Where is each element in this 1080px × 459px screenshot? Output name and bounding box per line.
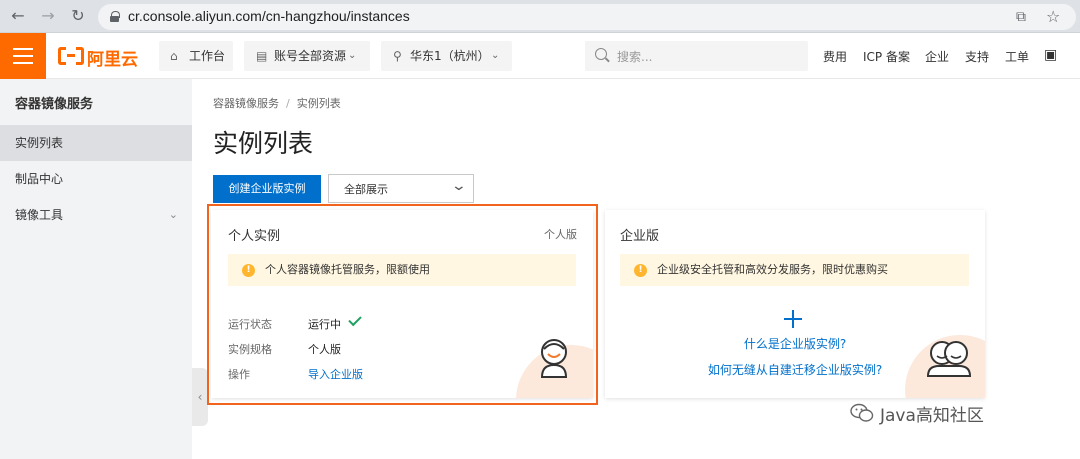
breadcrumb-item-service[interactable]: 容器镜像服务 (213, 97, 279, 110)
console-topbar: 阿里云 ⌂ 工作台 ▤ 账号全部资源 ⌄ ⚲ 华东1（杭州） ⌄ 搜索... 费… (0, 33, 1080, 79)
notice-banner: ! 企业级安全托管和高效分发服务，限时优惠购买 (620, 254, 969, 286)
account-resources-label: 账号全部资源 (274, 49, 347, 63)
enterprise-instance-card[interactable]: 企业版 ! 企业级安全托管和高效分发服务，限时优惠购买 什么是企业版实例? 如何… (605, 210, 985, 398)
nav-link-enterprise[interactable]: 企业 (925, 48, 949, 65)
nav-link-icp[interactable]: ICP 备案 (863, 48, 910, 65)
star-icon[interactable]: ☆ (1046, 7, 1060, 26)
lock-icon (110, 11, 120, 22)
search-input[interactable]: 搜索... (585, 41, 808, 71)
menu-icon[interactable] (0, 33, 46, 79)
chevron-down-icon: ⌄ (168, 208, 178, 221)
instance-filter-select[interactable]: 全部展示 ⌄ (328, 174, 474, 203)
sidebar-item-label: 制品中心 (15, 172, 64, 186)
plus-icon[interactable] (784, 310, 802, 328)
sidebar-item-instances[interactable]: 实例列表 (0, 125, 192, 161)
watermark-text: Java高知社区 (880, 406, 984, 426)
chevron-down-icon: ⌄ (491, 50, 500, 61)
highlight-annotation (207, 204, 598, 405)
workbench-label: 工作台 (189, 49, 226, 63)
sidebar-item-artifacts[interactable]: 制品中心 (0, 161, 192, 197)
search-icon (595, 48, 607, 60)
filter-select-value: 全部展示 (344, 183, 388, 196)
page-title: 实例列表 (213, 129, 314, 158)
region-dropdown[interactable]: ⚲ 华东1（杭州） ⌄ (381, 41, 512, 71)
sidebar: 容器镜像服务 实例列表 制品中心 镜像工具 ⌄ (0, 79, 192, 459)
notice-text: 企业级安全托管和高效分发服务，限时优惠购买 (657, 263, 888, 276)
nav-link-support[interactable]: 支持 (965, 48, 989, 65)
sidebar-collapse-handle[interactable]: ‹ (192, 368, 208, 426)
back-icon[interactable]: ← (8, 6, 28, 26)
notification-icon[interactable]: ▣ (1044, 47, 1057, 63)
browser-toolbar: ← → ↻ cr.console.aliyun.com/cn-hangzhou/… (0, 0, 1080, 33)
location-pin-icon: ⚲ (393, 49, 402, 63)
breadcrumb-item-current: 实例列表 (296, 97, 341, 110)
wechat-icon (850, 403, 874, 422)
account-resources-dropdown[interactable]: ▤ 账号全部资源 ⌄ (244, 41, 370, 71)
create-enterprise-instance-button[interactable]: 创建企业版实例 (213, 175, 321, 203)
reload-icon[interactable]: ↻ (68, 6, 88, 26)
workbench-button[interactable]: ⌂ 工作台 (159, 41, 233, 71)
chevron-down-icon: ⌄ (348, 50, 357, 61)
sidebar-item-label: 镜像工具 (15, 208, 64, 222)
chevron-down-icon: ⌄ (450, 178, 468, 194)
share-icon[interactable]: ⧉ (1016, 9, 1026, 25)
team-avatar-icon (926, 341, 972, 377)
card-title: 企业版 (620, 229, 660, 244)
forward-icon[interactable]: → (38, 6, 58, 26)
breadcrumb: 容器镜像服务 / 实例列表 (213, 95, 341, 111)
nav-link-billing[interactable]: 费用 (823, 48, 847, 65)
aliyun-logo-icon (58, 47, 84, 65)
warning-icon: ! (634, 264, 647, 277)
breadcrumb-separator: / (286, 97, 290, 110)
search-placeholder: 搜索... (617, 50, 653, 64)
nav-link-ticket[interactable]: 工单 (1005, 48, 1029, 65)
sidebar-item-label: 实例列表 (15, 136, 64, 150)
resource-group-icon: ▤ (256, 49, 268, 63)
brand-name: 阿里云 (87, 50, 138, 70)
home-icon: ⌂ (170, 49, 178, 63)
address-bar[interactable]: cr.console.aliyun.com/cn-hangzhou/instan… (98, 4, 1076, 30)
sidebar-title: 容器镜像服务 (15, 97, 94, 112)
url-text[interactable]: cr.console.aliyun.com/cn-hangzhou/instan… (128, 8, 410, 24)
region-label: 华东1（杭州） (410, 49, 490, 63)
sidebar-item-image-tools[interactable]: 镜像工具 ⌄ (0, 197, 192, 233)
